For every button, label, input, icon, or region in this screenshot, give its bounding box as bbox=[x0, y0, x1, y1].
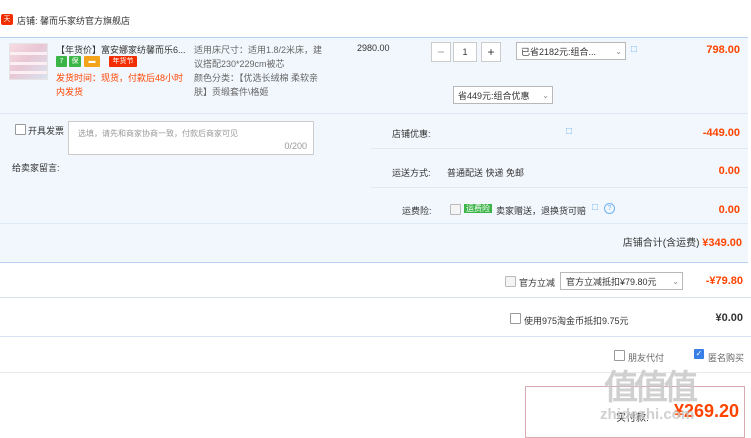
shipping-amount: 0.00 bbox=[718, 165, 740, 177]
qty-input[interactable]: 1 bbox=[453, 42, 477, 62]
shop-total-label: 店铺合计(含运费) bbox=[622, 238, 700, 249]
chevron-down-icon: ⌄ bbox=[542, 91, 549, 100]
taojinbi-checkbox[interactable] bbox=[510, 313, 521, 324]
qty-minus-button[interactable]: − bbox=[431, 42, 451, 62]
promo-value: 已省2182元:组合... bbox=[521, 47, 597, 57]
watermark-logo: 值值值 bbox=[604, 369, 698, 407]
watermark-site: zhidezhi.com bbox=[600, 406, 695, 423]
sku-info: 适用床尺寸：适用1.8/2米床，建 议搭配230*229cm被芯 颜色分类：【优… bbox=[194, 43, 334, 99]
remark-label: 给卖家留言: bbox=[12, 163, 60, 173]
new-year-tag: 年货节 bbox=[109, 56, 137, 67]
tmall-icon: 天猫 bbox=[1, 14, 13, 34]
product-thumbnail[interactable] bbox=[9, 43, 48, 80]
ship-info: 发货时间：现货，付款后48小时内发货 bbox=[56, 73, 184, 97]
insurance-tag: 运费险 bbox=[464, 204, 492, 213]
gov-subsidy-value: 官方立减抵扣¥79.80元 bbox=[566, 277, 657, 287]
chat-icon[interactable]: □ bbox=[592, 202, 598, 213]
remark-input[interactable]: 选填，请先和商家协商一致，付款后商家可见 0/200 bbox=[68, 121, 314, 155]
shipping-label: 运送方式: bbox=[392, 168, 431, 178]
chat-icon[interactable]: □ bbox=[566, 126, 572, 137]
gov-subsidy-label: 官方立减 bbox=[519, 278, 556, 288]
chevron-down-icon: ⌄ bbox=[672, 277, 679, 286]
coupon-label: 店铺优惠: bbox=[392, 129, 431, 139]
remark-placeholder: 选填，请先和商家协商一致，付款后商家可见 bbox=[78, 129, 238, 138]
chat-icon[interactable]: □ bbox=[631, 44, 637, 55]
sku-line: 议搭配230*229cm被芯 bbox=[194, 59, 285, 69]
anonymous-label: 匿名购买 bbox=[708, 353, 745, 363]
qty-plus-button[interactable]: + bbox=[481, 42, 501, 62]
shop-total: 店铺合计(含运费) ¥349.00 bbox=[623, 234, 742, 249]
anonymous-checkbox[interactable]: ✓ bbox=[694, 349, 704, 359]
coupon-amount: -449.00 bbox=[702, 127, 740, 139]
insurance-checkbox bbox=[450, 204, 461, 215]
shop-bar: 天猫 店铺: 馨而乐家纺官方旗舰店 bbox=[0, 12, 751, 34]
shop-name-link[interactable]: 店铺: 馨而乐家纺官方旗舰店 bbox=[17, 14, 130, 27]
shield-icon: 保 bbox=[69, 56, 81, 67]
insurance-desc: 卖家赠送，退换货可赔 bbox=[496, 206, 587, 216]
insurance-amount: 0.00 bbox=[718, 204, 740, 216]
remark-count: 0/200 bbox=[284, 141, 307, 151]
sku-line: 颜色分类：【优选长绒棉 柔软亲 bbox=[194, 73, 319, 83]
sku-line: 适用床尺寸：适用1.8/2米床，建 bbox=[194, 45, 323, 55]
invoice-checkbox[interactable] bbox=[15, 124, 26, 135]
taojinbi-label: 使用975淘金币抵扣9.75元 bbox=[524, 316, 629, 326]
invoice-label: 开具发票 bbox=[28, 126, 65, 136]
coupon-select[interactable]: 省449元:组合优惠 ⌄ bbox=[453, 86, 553, 104]
item-subtotal: 798.00 bbox=[706, 44, 740, 56]
sku-line: 肤】贡缎套件\格姬 bbox=[194, 87, 269, 97]
insurance-label: 运费险: bbox=[402, 206, 432, 216]
shop-total-value: ¥349.00 bbox=[702, 237, 742, 249]
seven-day-return-icon: 7 bbox=[56, 56, 67, 67]
coupon-value: 省449元:组合优惠 bbox=[458, 91, 530, 101]
gov-subsidy-amount: -¥79.80 bbox=[705, 275, 743, 287]
promo-select[interactable]: 已省2182元:组合... ⌄ bbox=[516, 42, 626, 60]
help-icon[interactable]: ? bbox=[604, 203, 615, 214]
card-icon: ▬ bbox=[84, 56, 100, 67]
gov-subsidy-checkbox[interactable] bbox=[505, 276, 516, 287]
taojinbi-amount: ¥0.00 bbox=[715, 312, 743, 324]
gov-subsidy-select[interactable]: 官方立减抵扣¥79.80元 ⌄ bbox=[560, 272, 683, 290]
order-panel: 【年货价】富安娜家纺馨而乐6... 7 保 ▬ 年货节 发货时间：现货，付款后4… bbox=[0, 37, 748, 263]
unit-price: 2980.00 bbox=[357, 43, 390, 53]
chevron-down-icon: ⌄ bbox=[615, 47, 622, 56]
shipping-value: 普通配送 快递 免邮 bbox=[447, 168, 525, 178]
product-title-link[interactable]: 【年货价】富安娜家纺馨而乐6... bbox=[56, 43, 188, 56]
